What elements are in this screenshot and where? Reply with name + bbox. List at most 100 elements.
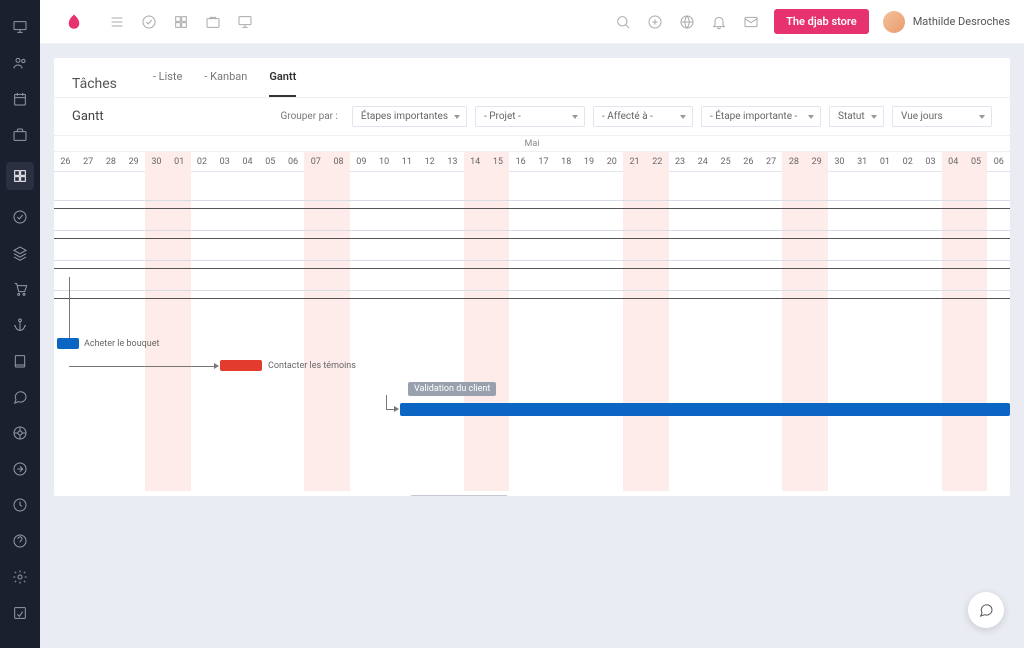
- user-menu[interactable]: Mathilde Desroches: [883, 11, 1010, 33]
- day-cell: 04: [942, 152, 965, 171]
- nav-grid-icon[interactable]: [6, 162, 34, 190]
- task-label-temoins: Contacter les témoins: [268, 361, 356, 371]
- select-status[interactable]: Statut: [829, 106, 884, 127]
- day-cell: 29: [805, 152, 828, 171]
- day-cell: 30: [145, 152, 168, 171]
- chart-body: Acheter le bouquet Contacter les témoins…: [54, 172, 1010, 492]
- nav-settings-icon[interactable]: [11, 568, 29, 586]
- filter-row: Gantt Grouper par : Étapes importantes -…: [54, 98, 1010, 136]
- menu-icon[interactable]: [108, 13, 126, 31]
- days-header: 2627282930010203040506070809101112131415…: [54, 152, 1010, 172]
- search-icon[interactable]: [614, 13, 632, 31]
- tab-liste[interactable]: - Liste: [153, 70, 182, 97]
- day-cell: 12: [418, 152, 441, 171]
- nav-clock-icon[interactable]: [11, 496, 29, 514]
- nav-check-icon[interactable]: [11, 208, 29, 226]
- day-cell: 31: [851, 152, 874, 171]
- nav-edit-icon[interactable]: [11, 604, 29, 622]
- page-title: Tâches: [72, 76, 117, 92]
- nav-chat-icon[interactable]: [11, 388, 29, 406]
- day-cell: 27: [760, 152, 783, 171]
- day-cell: 30: [828, 152, 851, 171]
- group-by-label: Grouper par :: [280, 111, 337, 122]
- nav-cart-icon[interactable]: [11, 280, 29, 298]
- monitor-icon[interactable]: [236, 13, 254, 31]
- nav-monitor-icon[interactable]: [11, 18, 29, 36]
- scroll-thumb[interactable]: [409, 495, 509, 496]
- check-circle-icon[interactable]: [140, 13, 158, 31]
- tasks-panel: Tâches - Liste - Kanban Gantt Gantt Grou…: [54, 58, 1010, 496]
- day-cell: 19: [578, 152, 601, 171]
- day-cell: 23: [669, 152, 692, 171]
- tabs-row: Tâches - Liste - Kanban Gantt: [54, 58, 1010, 98]
- day-cell: 03: [919, 152, 942, 171]
- nav-support-icon[interactable]: [11, 424, 29, 442]
- day-cell: 04: [236, 152, 259, 171]
- day-cell: 21: [623, 152, 646, 171]
- day-cell: 26: [54, 152, 77, 171]
- select-project[interactable]: - Projet -: [475, 106, 585, 127]
- chat-fab[interactable]: [968, 592, 1004, 628]
- add-icon[interactable]: [646, 13, 664, 31]
- day-cell: 09: [350, 152, 373, 171]
- mail-icon[interactable]: [742, 13, 760, 31]
- day-cell: 03: [213, 152, 236, 171]
- nav-calendar-icon[interactable]: [11, 90, 29, 108]
- day-cell: 17: [532, 152, 555, 171]
- task-bar-long[interactable]: [400, 403, 1010, 416]
- day-cell: 29: [122, 152, 145, 171]
- day-cell: 06: [282, 152, 305, 171]
- day-cell: 05: [259, 152, 282, 171]
- day-cell: 01: [168, 152, 191, 171]
- day-cell: 28: [783, 152, 806, 171]
- day-cell: 10: [373, 152, 396, 171]
- day-cell: 11: [395, 152, 418, 171]
- day-cell: 02: [896, 152, 919, 171]
- gantt-heading: Gantt: [72, 109, 104, 124]
- task-bar-temoins[interactable]: [220, 360, 262, 371]
- nav-layers-icon[interactable]: [11, 244, 29, 262]
- day-cell: 08: [327, 152, 350, 171]
- briefcase-icon[interactable]: [204, 13, 222, 31]
- day-cell: 14: [464, 152, 487, 171]
- gantt-chart: Mai 262728293001020304050607080910111213…: [54, 136, 1010, 496]
- day-cell: 27: [77, 152, 100, 171]
- store-button[interactable]: The djab store: [774, 9, 869, 34]
- topbar: The djab store Mathilde Desroches: [40, 0, 1024, 44]
- sidebar: [0, 0, 40, 648]
- day-cell: 25: [714, 152, 737, 171]
- day-cell: 16: [509, 152, 532, 171]
- select-milestone[interactable]: - Étape importante -: [701, 106, 821, 127]
- day-cell: 06: [987, 152, 1010, 171]
- tab-kanban[interactable]: - Kanban: [204, 70, 247, 97]
- task-label-bouquet: Acheter le bouquet: [84, 339, 159, 349]
- day-cell: 05: [965, 152, 988, 171]
- select-assigned[interactable]: - Affecté à -: [593, 106, 693, 127]
- globe-icon[interactable]: [678, 13, 696, 31]
- day-cell: 20: [600, 152, 623, 171]
- day-cell: 22: [646, 152, 669, 171]
- tab-gantt[interactable]: Gantt: [269, 70, 296, 97]
- logo-icon[interactable]: [54, 0, 94, 44]
- avatar: [883, 11, 905, 33]
- nav-help-icon[interactable]: [11, 532, 29, 550]
- select-milestones[interactable]: Étapes importantes: [352, 106, 467, 127]
- user-name: Mathilde Desroches: [913, 15, 1010, 28]
- day-cell: 15: [487, 152, 510, 171]
- day-cell: 26: [737, 152, 760, 171]
- grid-icon[interactable]: [172, 13, 190, 31]
- nav-anchor-icon[interactable]: [11, 316, 29, 334]
- task-bar-bouquet[interactable]: [57, 338, 79, 349]
- day-cell: 24: [691, 152, 714, 171]
- day-cell: 02: [191, 152, 214, 171]
- nav-logout-icon[interactable]: [11, 460, 29, 478]
- select-view[interactable]: Vue jours: [892, 106, 992, 127]
- day-cell: 07: [304, 152, 327, 171]
- nav-briefcase-icon[interactable]: [11, 126, 29, 144]
- nav-users-icon[interactable]: [11, 54, 29, 72]
- milestone-validation[interactable]: Validation du client: [408, 382, 496, 396]
- bell-icon[interactable]: [710, 13, 728, 31]
- day-cell: 28: [100, 152, 123, 171]
- nav-book-icon[interactable]: [11, 352, 29, 370]
- day-cell: 18: [555, 152, 578, 171]
